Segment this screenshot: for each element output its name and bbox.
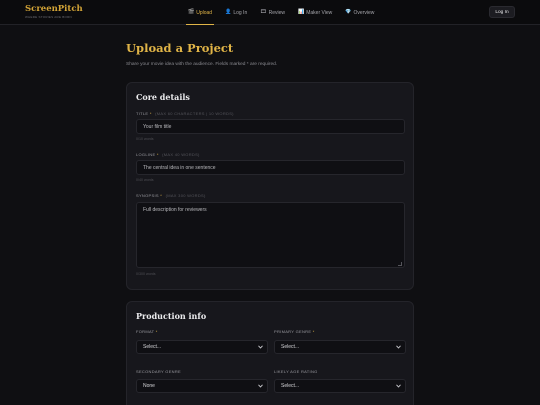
card-title-production-info: Production info <box>136 311 207 321</box>
core-details-card: Core details TITLE * (MAX 60 CHARACTERS … <box>126 82 414 290</box>
select-value: None <box>143 383 155 389</box>
field-hint: (MAX 40 WORDS) <box>162 152 200 157</box>
nav-item-review[interactable]: 🎞 Review <box>260 0 285 25</box>
select-value: Select... <box>143 344 162 350</box>
format-select[interactable]: Select... <box>136 340 268 354</box>
primary-genre-select[interactable]: Select... <box>274 340 406 354</box>
brand-logo[interactable]: ScreenPitch WHERE STORIES ARE BORN <box>25 4 83 20</box>
primary-genre-label: PRIMARY GENRE * <box>274 329 315 334</box>
label-text: SYNOPSIS <box>136 193 159 198</box>
nav-item-upload[interactable]: 🎬 Upload <box>185 0 215 25</box>
synopsis-word-counter: 0/300 words <box>136 272 156 276</box>
nav-item-login[interactable]: 👤 Log In <box>225 0 247 25</box>
required-marker: * <box>156 152 159 157</box>
required-marker: * <box>149 111 152 116</box>
field-hint: (MAX 60 CHARACTERS | 10 WORDS) <box>155 111 234 116</box>
top-navigation-bar: ScreenPitch WHERE STORIES ARE BORN 🎬 Upl… <box>0 0 540 25</box>
age-rating-label: LIKELY AGE RATING <box>274 369 318 374</box>
production-info-card: Production info FORMAT * Select... PRIMA… <box>126 301 414 405</box>
synopsis-textarea[interactable] <box>136 202 405 268</box>
field-hint: (MAX 300 WORDS) <box>165 193 206 198</box>
user-icon: 👤 <box>225 9 232 15</box>
card-title-core-details: Core details <box>136 92 190 102</box>
title-word-counter: 0/10 words <box>136 137 154 141</box>
chart-icon: 📊 <box>298 9 305 15</box>
required-marker: * <box>155 329 158 334</box>
brand-tagline: WHERE STORIES ARE BORN <box>25 15 72 19</box>
login-button[interactable]: Log In <box>489 6 515 18</box>
nav-item-label: Maker View <box>306 9 333 16</box>
chevron-down-icon <box>396 345 401 349</box>
select-value: Select... <box>281 344 300 350</box>
nav-item-label: Overview <box>353 9 375 16</box>
brand-name: ScreenPitch <box>25 4 83 14</box>
nav-item-label: Review <box>268 9 285 16</box>
page-title: Upload a Project <box>126 41 234 55</box>
title-label: TITLE * (MAX 60 CHARACTERS | 10 WORDS) <box>136 111 234 116</box>
label-text: FORMAT <box>136 329 155 334</box>
label-text: SECONDARY GENRE <box>136 369 182 374</box>
secondary-genre-label: SECONDARY GENRE <box>136 369 181 374</box>
chevron-down-icon <box>396 384 401 388</box>
label-text: LIKELY AGE RATING <box>274 369 318 374</box>
required-marker: * <box>160 193 163 198</box>
nav-item-label: Log In <box>233 9 248 16</box>
film-icon: 🎞 <box>260 9 267 15</box>
logline-label: LOGLINE * (MAX 40 WORDS) <box>136 152 200 157</box>
secondary-genre-select[interactable]: None <box>136 379 268 393</box>
clapperboard-icon: 🎬 <box>188 9 195 15</box>
nav-item-overview[interactable]: 💎 Overview <box>345 0 374 25</box>
age-rating-select[interactable]: Select... <box>274 379 406 393</box>
page-subtitle: Share your movie idea with the audience.… <box>126 62 278 67</box>
logline-word-counter: 0/40 words <box>136 178 154 182</box>
label-text: PRIMARY GENRE <box>274 329 312 334</box>
synopsis-label: SYNOPSIS * (MAX 300 WORDS) <box>136 193 206 198</box>
select-value: Select... <box>281 383 300 389</box>
nav-item-maker-view[interactable]: 📊 Maker View <box>298 0 332 25</box>
main-nav: 🎬 Upload 👤 Log In 🎞 Review 📊 Maker View … <box>185 0 387 25</box>
title-input[interactable] <box>136 119 405 134</box>
nav-item-label: Upload <box>196 9 213 16</box>
required-marker: * <box>312 329 315 334</box>
gem-icon: 💎 <box>345 9 352 15</box>
resize-handle-icon[interactable] <box>398 262 402 266</box>
format-label: FORMAT * <box>136 329 158 334</box>
label-text: LOGLINE <box>136 152 156 157</box>
label-text: TITLE <box>136 111 149 116</box>
logline-input[interactable] <box>136 160 405 175</box>
chevron-down-icon <box>258 345 263 349</box>
chevron-down-icon <box>258 384 263 388</box>
